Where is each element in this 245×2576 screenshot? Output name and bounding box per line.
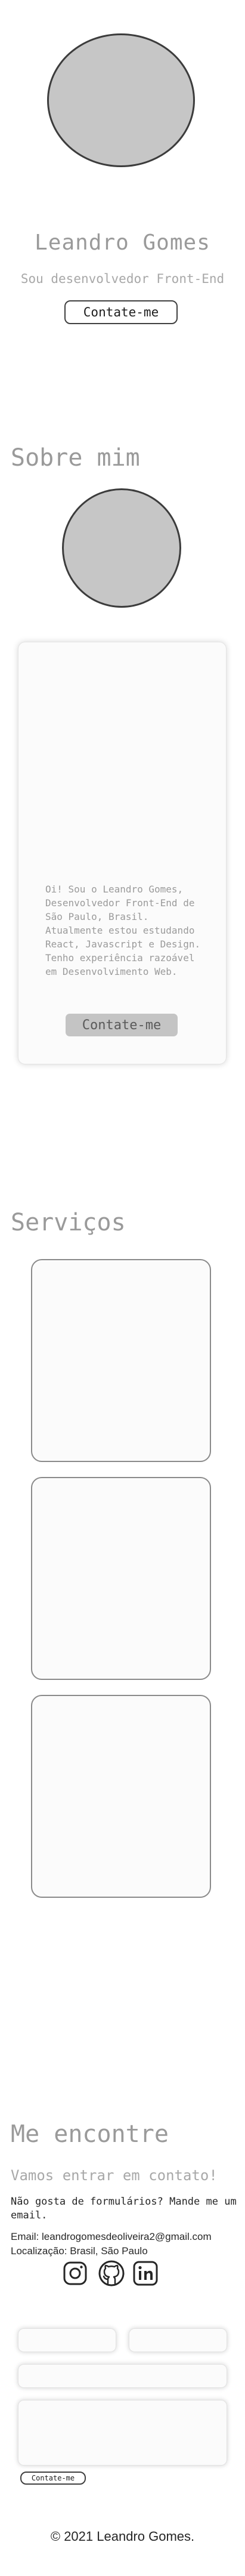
instagram-icon[interactable] [61,2260,89,2287]
about-contact-button[interactable]: Contate-me [66,1014,178,1036]
send-button[interactable]: Contate-me [20,2472,86,2485]
footer-copyright: © 2021 Leandro Gomes. [50,2529,195,2544]
email-input[interactable] [129,2328,227,2352]
name-input[interactable] [18,2328,116,2352]
about-title: Sobre mim [11,444,140,472]
contact-title: Me encontre [11,2120,169,2148]
location-value: Brasil, São Paulo [70,2245,148,2257]
service-card-2 [31,1477,211,1680]
service-card-1 [31,1259,211,1462]
github-icon[interactable] [98,2260,125,2287]
message-textarea[interactable] [18,2400,227,2466]
contact-location: Localização: Brasil, São Paulo [11,2245,148,2257]
about-card [18,642,227,1064]
hero-avatar [47,33,195,167]
about-avatar [62,488,181,608]
hero-role: Sou desenvolvedor Front-End [20,272,225,286]
email-value[interactable]: leandrogomesdeoliveira2@gmail.com [42,2231,212,2242]
subject-input[interactable] [18,2364,227,2388]
hero-contact-button[interactable]: Contate-me [64,300,178,324]
location-label: Localização: [11,2245,67,2257]
services-title: Serviços [11,1209,126,1236]
contact-email: Email: leandrogomesdeoliveira2@gmail.com [11,2231,212,2243]
linkedin-icon[interactable] [132,2260,159,2287]
about-text: Oi! Sou o Leandro Gomes, Desenvolvedor F… [45,884,201,977]
contact-description: Não gosta de formulários? Mande me um em… [11,2196,237,2221]
email-label: Email: [11,2231,39,2242]
hero-name: Leandro Gomes [35,230,210,255]
contact-subtitle: Vamos entrar em contato! [11,2167,218,2184]
service-card-3 [31,1695,211,1898]
